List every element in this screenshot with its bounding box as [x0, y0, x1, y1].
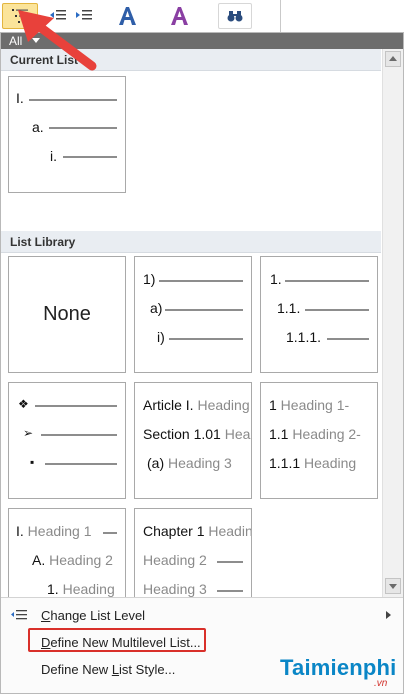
list-style-numbered-paren[interactable]: 1) a) i): [134, 256, 252, 373]
list-level-2: Section 1.01 Heading 2: [143, 426, 251, 442]
list-level-1: 1 Heading 1-: [269, 397, 350, 413]
list-level-2: a): [150, 300, 163, 316]
list-level-1: 1): [143, 271, 156, 287]
current-list-thumbnail[interactable]: I. a. i.: [8, 76, 126, 193]
text-style-icon: [171, 7, 188, 25]
list-style-article-section[interactable]: Article I. Heading 1 Section 1.01 Headin…: [134, 382, 252, 499]
level-3-line: [169, 338, 243, 340]
list-level-3: Heading 3: [143, 581, 207, 597]
list-style-bullets[interactable]: ❖ ➢ ▪: [8, 382, 126, 499]
level-3-line: [217, 590, 243, 592]
bullet-diamond-icon: ❖: [18, 397, 29, 411]
arrow-up-icon: [389, 56, 397, 61]
list-style-none[interactable]: None: [8, 256, 126, 373]
text-effects-icon: [119, 7, 136, 25]
gallery-scrollbar[interactable]: [382, 49, 403, 597]
change-list-level-label: Change List Level: [41, 608, 146, 623]
define-new-list-style-label: Define New List Style...: [41, 662, 176, 677]
bullet-arrow-icon: ➢: [23, 426, 34, 440]
list-style-heading-roman[interactable]: I. Heading 1 A. Heading 2 1. Heading: [8, 508, 126, 597]
list-style-chapter[interactable]: Chapter 1 Heading 1 Heading 2 Heading 3: [134, 508, 252, 597]
level-1-line: [159, 280, 243, 282]
level-2-line: [305, 309, 369, 311]
list-level-3: 1.1.1.: [286, 329, 322, 345]
find-button[interactable]: [218, 3, 252, 29]
level-1-line: [29, 99, 117, 101]
level-2-line: [49, 127, 117, 129]
level-3-line: [327, 338, 369, 340]
watermark-suffix: .vn: [374, 678, 388, 689]
submenu-arrow-icon: [386, 611, 391, 619]
list-level-3: 1.1.1 Heading: [269, 455, 357, 471]
list-style-decimal-outline[interactable]: 1. 1.1. 1.1.1.: [260, 256, 378, 373]
list-level-2: 1.1.: [277, 300, 301, 316]
list-style-heading-decimal[interactable]: 1 Heading 1- 1.1 Heading 2- 1.1.1 Headin…: [260, 382, 378, 499]
list-library-header: List Library: [1, 231, 381, 253]
list-level-2: a.: [32, 119, 44, 135]
level-1-line: [285, 280, 369, 282]
red-arrow-icon: [18, 10, 97, 71]
multilevel-list-gallery: All Current List I. a. i. List Library N…: [0, 32, 404, 694]
change-list-level-item[interactable]: Change List Level: [1, 602, 403, 628]
red-highlight-box: [28, 628, 206, 652]
scroll-up-button[interactable]: [385, 51, 401, 67]
list-level-1: I. Heading 1: [16, 523, 92, 539]
list-level-1: Chapter 1 Heading 1: [143, 523, 252, 539]
level-1-line: [103, 532, 117, 534]
list-level-3: i): [157, 329, 165, 345]
list-level-3: i.: [50, 148, 57, 164]
bullet-square-icon: ▪: [30, 455, 35, 469]
list-level-1: Article I. Heading 1: [143, 397, 251, 413]
list-level-1: 1.: [270, 271, 282, 287]
none-label: None: [43, 303, 91, 325]
text-effects-button[interactable]: [112, 3, 142, 29]
level-1-line: [35, 405, 117, 407]
list-level-3: (a) Heading 3: [147, 455, 232, 471]
change-list-level-icon: [11, 610, 27, 620]
arrow-down-icon: [389, 584, 397, 589]
binoculars-icon: [227, 11, 243, 22]
level-2-line: [165, 309, 243, 311]
level-2-line: [41, 434, 117, 436]
level-3-line: [63, 156, 117, 158]
list-level-3: 1. Heading: [47, 581, 115, 597]
list-level-1: I.: [16, 90, 24, 106]
text-style-button[interactable]: [164, 3, 194, 29]
list-level-2: 1.1 Heading 2-: [269, 426, 361, 442]
scroll-down-button[interactable]: [385, 578, 401, 594]
level-2-line: [217, 561, 243, 563]
gallery-scroll-area: Current List I. a. i. List Library None …: [1, 49, 381, 597]
ribbon-divider: [280, 0, 281, 32]
level-3-line: [45, 463, 117, 465]
list-level-2: A. Heading 2: [32, 552, 113, 568]
watermark-logo: Taimienphi .vn: [262, 652, 402, 692]
list-level-2: Heading 2: [143, 552, 207, 568]
